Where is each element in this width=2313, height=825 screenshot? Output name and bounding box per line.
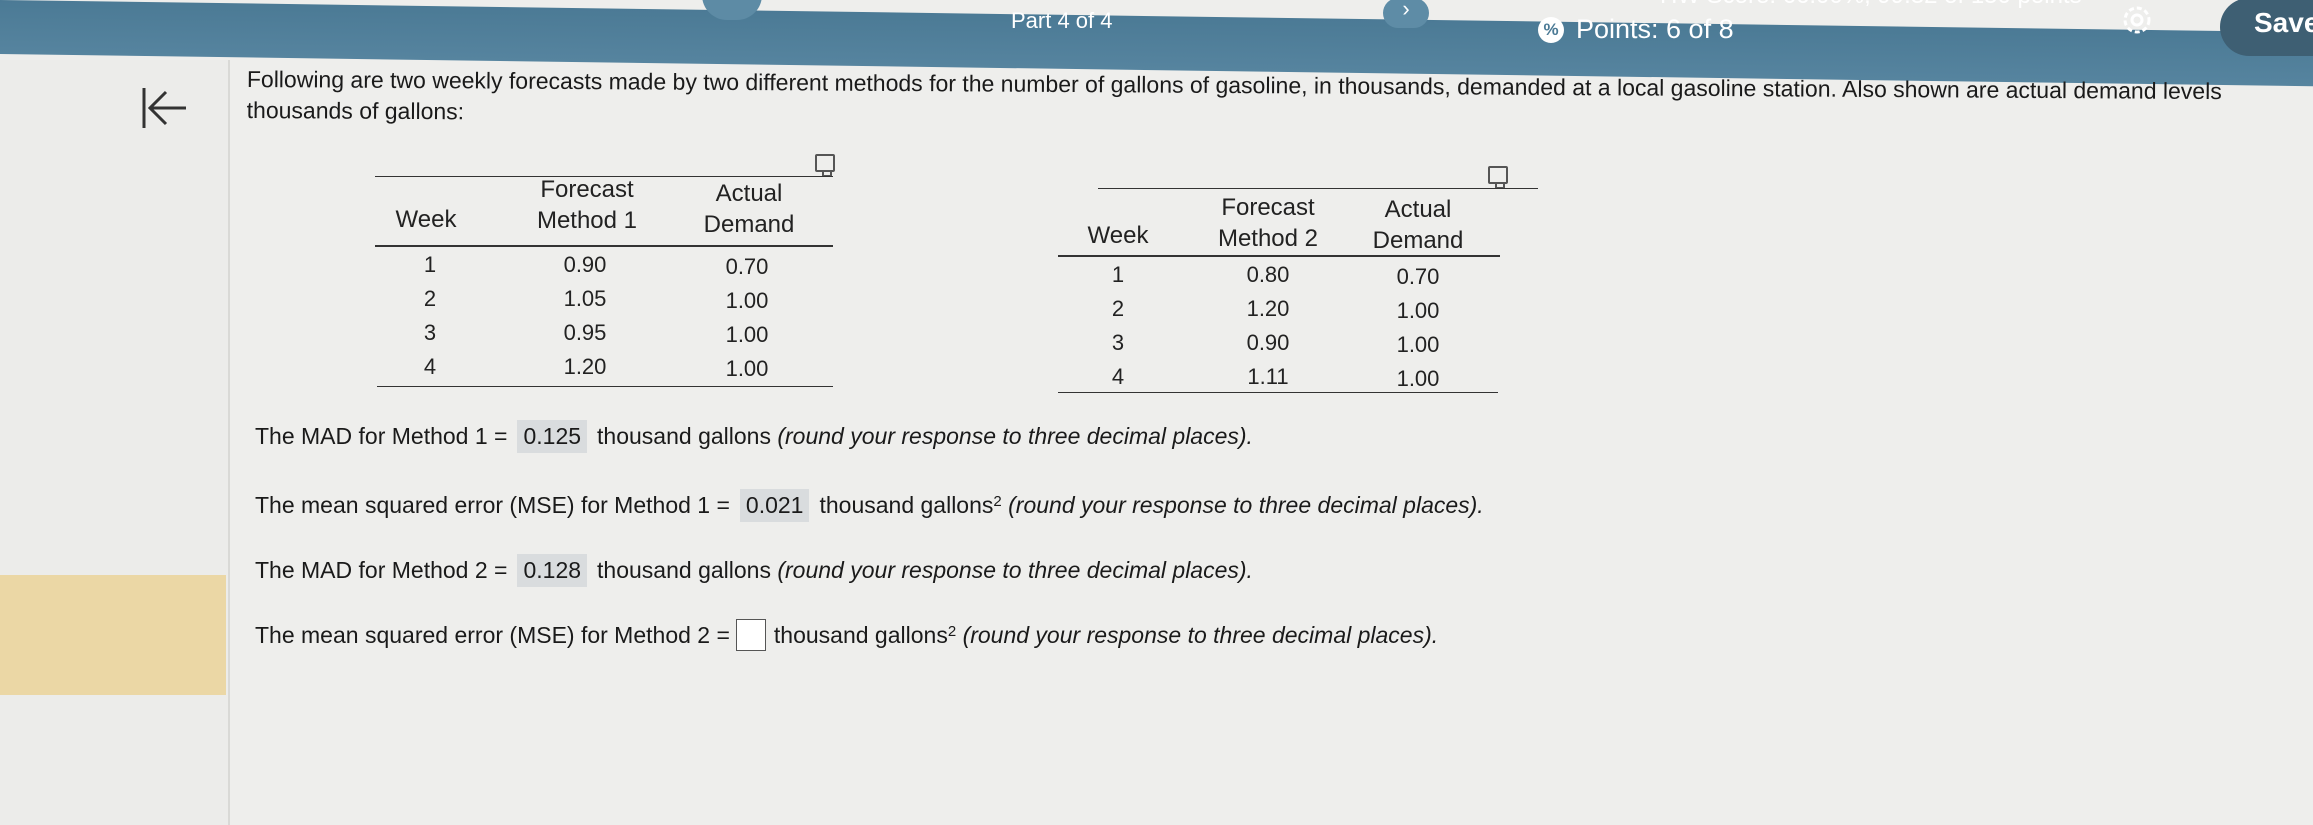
next-part-button[interactable]: › [1383, 0, 1429, 28]
table-cell: 4 [1111, 364, 1125, 389]
unit-text: thousand gallons [597, 423, 771, 449]
table-cell: 2 [423, 286, 437, 311]
table-header-rule [375, 245, 833, 247]
rounding-hint: (round your response to three decimal pl… [777, 423, 1253, 449]
question-text: The mean squared error (MSE) for Method … [255, 621, 730, 648]
table-cell: 1.00 [725, 288, 769, 313]
table-cell: 2 [1111, 296, 1125, 321]
question-mse-method-1: The mean squared error (MSE) for Method … [255, 489, 1484, 522]
save-button[interactable]: Save [2220, 0, 2313, 56]
answer-field[interactable]: 0.128 [517, 554, 588, 587]
partial-credit-icon: % [1538, 16, 1564, 43]
question-mad-method-2: The MAD for Method 2 = 0.128 thousand ga… [255, 554, 1253, 587]
rounding-hint: (round your response to three decimal pl… [962, 621, 1439, 648]
question-text: The MAD for Method 1 = [255, 423, 508, 449]
homework-score: HW Score: 66.00%, 99.32 of 150 points [1660, 0, 2082, 10]
table-cell: 1.00 [1396, 332, 1440, 357]
collapse-panel-icon[interactable] [138, 82, 190, 134]
rounding-hint: (round your response to three decimal pl… [1008, 492, 1484, 518]
table-cell: 1.05 [563, 286, 607, 311]
table-cell: 0.90 [563, 252, 607, 277]
left-panel-highlight [0, 575, 226, 695]
header-actual: Actual Demand [1372, 196, 1464, 254]
table-cell: 1 [1111, 262, 1125, 287]
table-cell: 3 [1111, 330, 1125, 355]
table-cell: 1.20 [1246, 296, 1290, 321]
table-cell: 1.00 [1396, 366, 1440, 391]
table-cell: 1.11 [1247, 364, 1289, 389]
header-forecast: Forecast Method 2 [1217, 194, 1319, 252]
table-cell: 3 [423, 320, 437, 345]
table-cell: 1.00 [725, 356, 769, 381]
question-text: The MAD for Method 2 = [255, 557, 508, 583]
header-actual: Actual Demand [703, 180, 795, 238]
answer-field[interactable]: 0.021 [739, 489, 810, 522]
header-forecast: Forecast Method 1 [536, 176, 638, 234]
table-header-rule [1058, 255, 1500, 257]
unit-text: thousand gallons [773, 621, 948, 648]
question-mad-method-1: The MAD for Method 1 = 0.125 thousand ga… [255, 420, 1253, 453]
points-display: % Points: 6 of 8 [1538, 14, 1734, 45]
settings-button[interactable] [2117, 0, 2157, 40]
unit-text: thousand gallons [597, 557, 771, 583]
left-panel [0, 60, 230, 825]
unit-text: thousand gallons [819, 492, 994, 518]
copy-table-icon[interactable] [815, 154, 835, 177]
table-cell: 1.00 [725, 322, 769, 347]
table-cell: 0.70 [1396, 264, 1440, 289]
gear-icon [2123, 6, 2151, 34]
table-cell: 0.80 [1246, 262, 1290, 287]
points-label: Points: 6 of 8 [1576, 14, 1734, 44]
question-intro: Following are two weekly forecasts made … [247, 64, 2313, 139]
table-cell: 1.20 [563, 354, 607, 379]
table-cell: 0.70 [725, 254, 769, 279]
question-mse-method-2: The mean squared error (MSE) for Method … [255, 619, 1438, 651]
header-week: Week [1087, 222, 1149, 249]
table-cell: 1 [423, 252, 437, 277]
copy-table-icon[interactable] [1488, 166, 1508, 189]
part-indicator: Part 4 of 4 [1011, 8, 1113, 33]
superscript: 2 [993, 493, 1002, 510]
answer-field[interactable]: 0.125 [517, 420, 588, 453]
rounding-hint: (round your response to three decimal pl… [777, 557, 1253, 583]
answer-input[interactable] [735, 619, 766, 651]
table-cell: 4 [423, 354, 437, 379]
header-week: Week [395, 206, 457, 233]
superscript: 2 [947, 622, 957, 640]
table-top-rule [1098, 188, 1538, 189]
table-cell: 1.00 [1396, 298, 1440, 323]
chevron-right-icon: › [1402, 0, 1410, 21]
table-bottom-rule [377, 386, 833, 387]
table-cell: 0.95 [563, 320, 607, 345]
table-bottom-rule [1058, 392, 1498, 393]
table-cell: 0.90 [1246, 330, 1290, 355]
question-text: The mean squared error (MSE) for Method … [255, 492, 730, 518]
